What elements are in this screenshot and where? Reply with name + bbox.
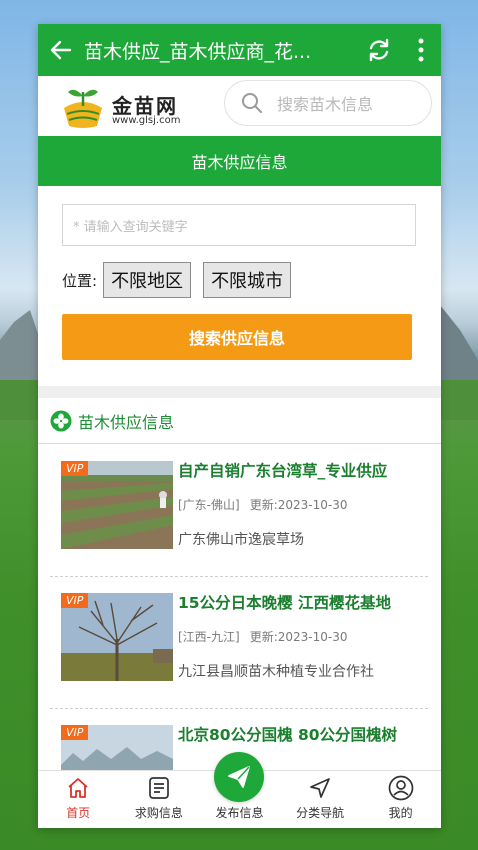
home-icon [66,775,90,801]
item-updated: 更新:2023-10-30 [249,498,348,512]
item-meta: [广东-佛山] 更新:2023-10-30 [178,496,348,513]
publish-button[interactable] [214,752,264,802]
tab-buy-info[interactable]: 求购信息 [119,771,200,828]
tab-category-nav[interactable]: 分类导航 [280,771,361,828]
phone-screen: 苗木供应_苗木供应商_花... 金苗网 www.glsj.com 搜索苗木信息 … [38,24,441,828]
tab-label: 发布信息 [215,806,264,820]
logo-url-text: www.glsj.com [112,115,181,126]
item-updated: 更新:2023-10-30 [249,630,348,644]
search-supply-button[interactable]: 搜索供应信息 [62,314,412,360]
app-bar: 苗木供应_苗木供应商_花... [38,24,441,76]
tab-label: 首页 [66,806,91,820]
navigation-icon [308,775,332,801]
list-header: 苗木供应信息 [38,398,441,444]
user-icon [388,775,414,801]
clover-icon [50,410,72,431]
item-title[interactable]: 自产自销广东台湾草_专业供应 [178,459,428,481]
item-location: [江西-九江] [178,630,240,644]
tab-home[interactable]: 首页 [38,771,119,828]
search-placeholder: 搜索苗木信息 [277,95,374,114]
vip-badge: VIP [61,593,89,608]
list-item[interactable]: VIP 15公分日本晚樱 江西樱花基地 [江西-九江] 更新:2023-10-30… [50,577,428,709]
item-thumbnail: VIP [61,593,173,681]
search-icon [242,93,262,113]
tab-label: 我的 [388,806,413,820]
item-company: 广东佛山市逸宸草场 [178,532,304,548]
supply-banner: 苗木供应信息 [38,136,441,186]
location-row: 位置: 不限地区 不限城市 [62,261,303,299]
list-item[interactable]: VIP 自产自销广东台湾草_专业供应 [广东-佛山] 更新:2023-10-30 … [50,445,428,577]
tab-label: 求购信息 [134,806,183,820]
region-select[interactable]: 不限地区 [103,262,192,298]
back-arrow-icon[interactable] [38,24,84,76]
item-location: [广东-佛山] [178,498,240,512]
item-title[interactable]: 15公分日本晚樱 江西樱花基地 [178,591,428,613]
city-select[interactable]: 不限城市 [203,262,292,298]
logo-emblem-icon [64,89,102,128]
page-title: 苗木供应_苗木供应商_花... [84,40,312,63]
vip-badge: VIP [61,725,89,740]
more-vertical-icon[interactable] [401,24,441,76]
send-icon [228,766,250,788]
vip-badge: VIP [61,461,89,476]
item-thumbnail: VIP [61,461,173,549]
site-header: 金苗网 www.glsj.com 搜索苗木信息 [38,76,441,136]
item-title[interactable]: 北京80公分国槐 80公分国槐树 [178,723,428,745]
tab-label: 分类导航 [296,806,345,820]
site-logo[interactable]: 金苗网 www.glsj.com [60,84,200,130]
list-title: 苗木供应信息 [78,412,175,432]
location-label: 位置: [62,271,98,290]
item-company: 九江县昌顺苗木种植专业合作社 [178,664,374,680]
site-search-box[interactable]: 搜索苗木信息 [224,80,432,126]
tab-mine[interactable]: 我的 [360,771,441,828]
item-meta: [江西-九江] 更新:2023-10-30 [178,628,348,645]
document-icon [148,775,170,801]
keyword-input[interactable]: * 请输入查询关键字 [62,204,416,246]
refresh-icon[interactable] [357,24,401,76]
section-divider [38,386,441,398]
